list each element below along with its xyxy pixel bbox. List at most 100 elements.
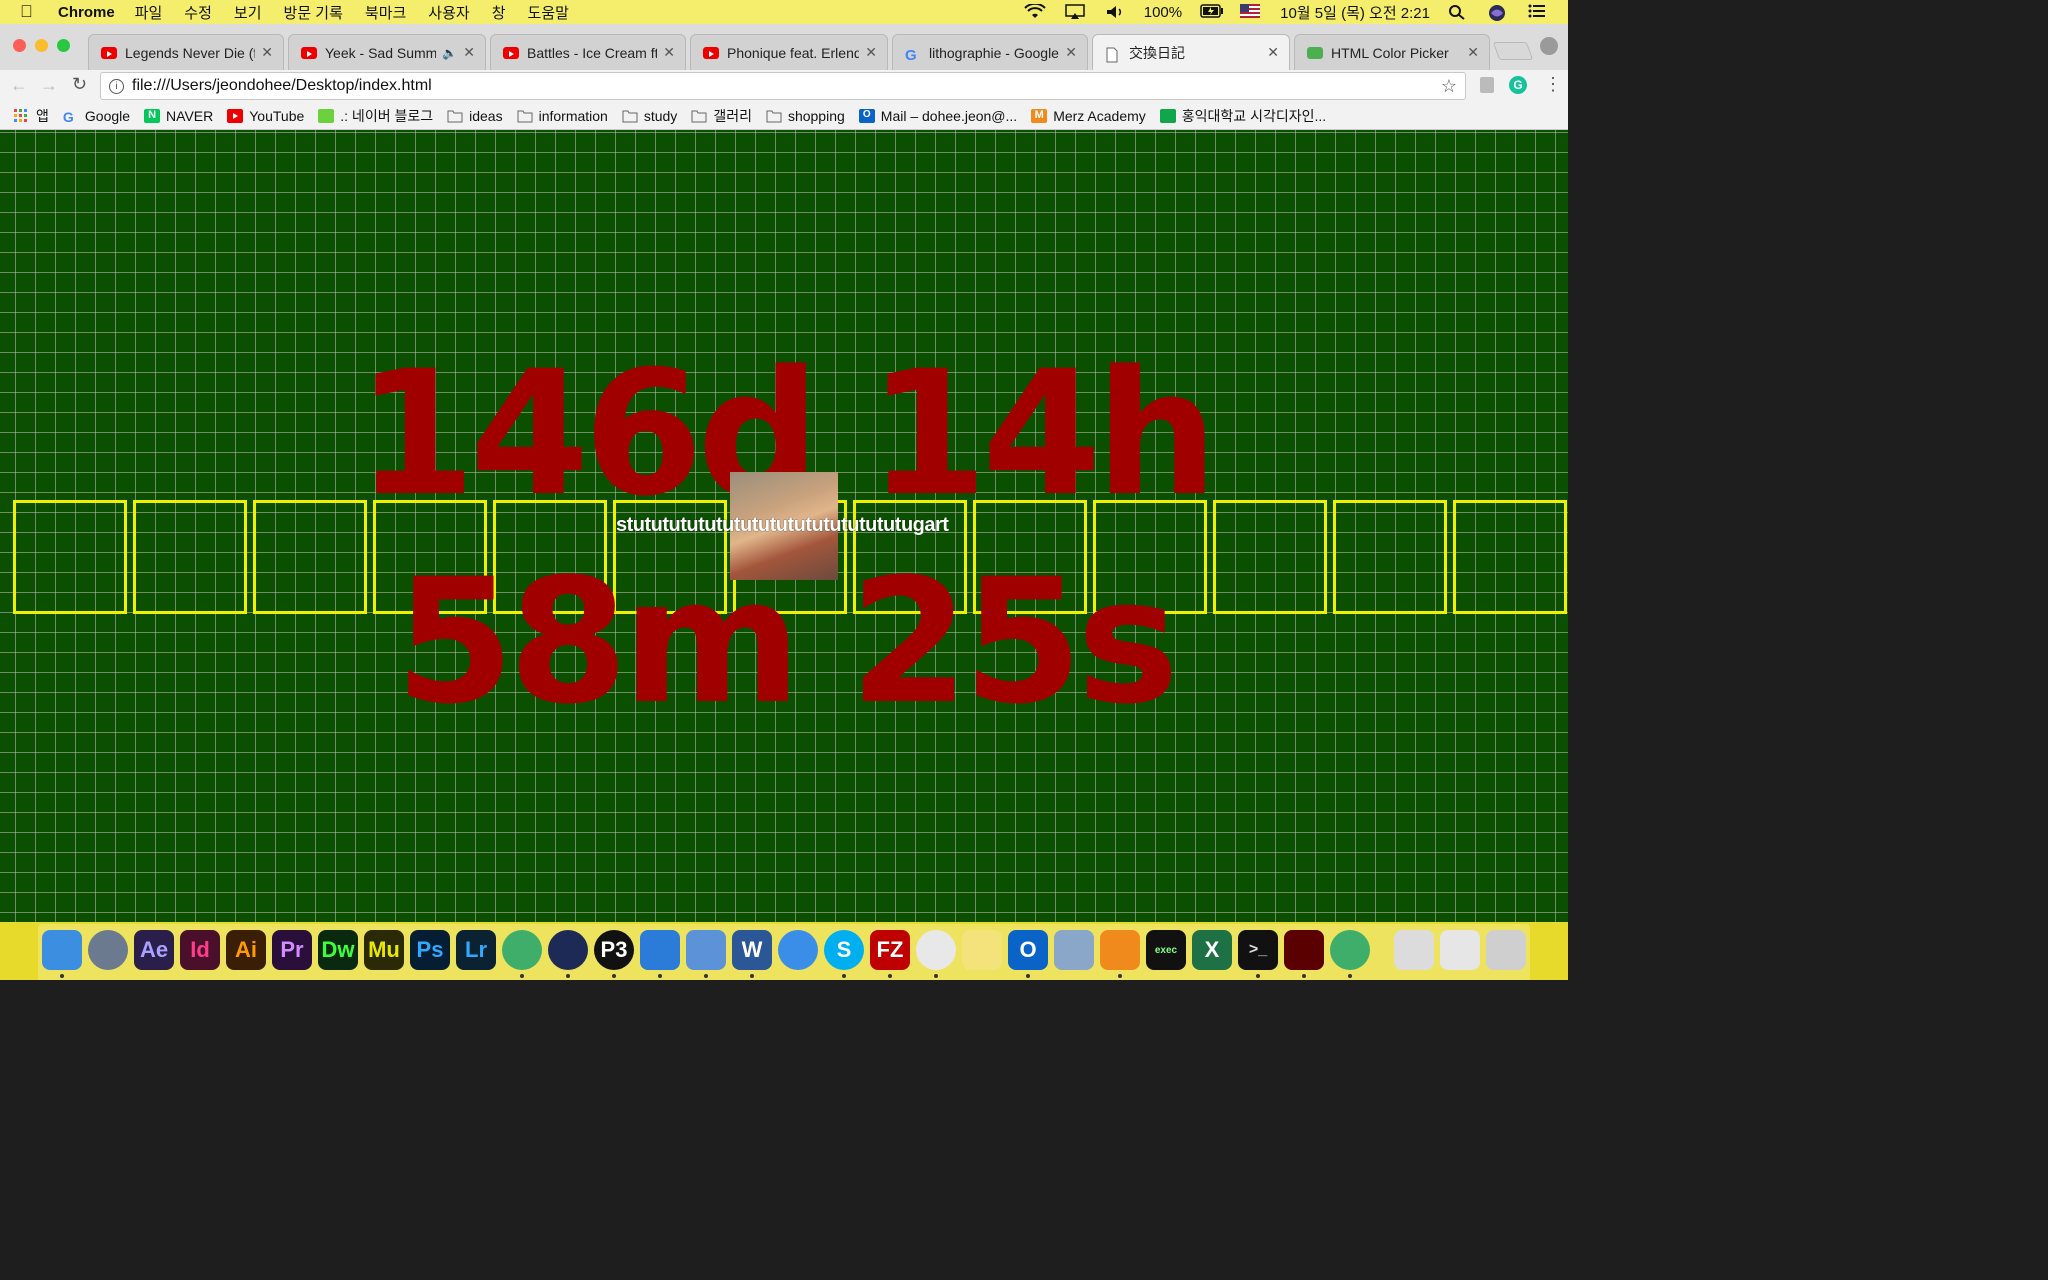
- bookmark-folder-ideas[interactable]: ideas: [447, 107, 503, 124]
- bookmark-mail[interactable]: O Mail – dohee.jeon@...: [858, 108, 1017, 124]
- bookmark-folder-shopping[interactable]: shopping: [766, 108, 845, 124]
- tab-close-icon[interactable]: ✕: [1467, 44, 1479, 61]
- bookmark-youtube[interactable]: YouTube: [227, 108, 304, 124]
- tab-audio-icon[interactable]: 🔈: [442, 46, 457, 60]
- photoshop-icon[interactable]: Ps: [410, 930, 450, 970]
- lightroom-icon[interactable]: Lr: [456, 930, 496, 970]
- downloads-icon[interactable]: [1394, 930, 1434, 970]
- bookmark-label: ideas: [469, 107, 503, 124]
- tab-close-icon[interactable]: ✕: [1065, 44, 1077, 61]
- tab-phonique[interactable]: Phonique feat. Erlend O ✕: [690, 34, 888, 70]
- word-icon[interactable]: W: [732, 930, 772, 970]
- menu-people[interactable]: 사용자: [428, 2, 469, 23]
- tab-close-icon[interactable]: ✕: [865, 44, 877, 61]
- bookmark-folder-gallery[interactable]: 갤러리: [691, 106, 752, 126]
- terminal-icon[interactable]: >_: [1238, 930, 1278, 970]
- cinema4d-icon[interactable]: [548, 930, 588, 970]
- back-arrow-icon[interactable]: ←: [10, 75, 28, 96]
- address-bar[interactable]: i file:///Users/jeondohee/Desktop/index.…: [100, 72, 1466, 100]
- bookmark-google[interactable]: G Google: [63, 108, 130, 125]
- bookmark-folder-information[interactable]: information: [517, 108, 608, 124]
- info-icon[interactable]: i: [109, 78, 124, 94]
- window-close-button[interactable]: [13, 39, 26, 52]
- window-minimize-button[interactable]: [35, 39, 48, 52]
- documents-icon[interactable]: [1440, 930, 1480, 970]
- profile-avatar-icon[interactable]: [1540, 37, 1558, 55]
- tab-exchange-diary[interactable]: 交換日記 ✕: [1092, 34, 1290, 70]
- bookmark-label: 홍익대학교 시각디자인...: [1181, 107, 1327, 124]
- tab-title: HTML Color Picker: [1331, 44, 1449, 61]
- atom-icon[interactable]: [502, 930, 542, 970]
- tab-close-icon[interactable]: ✕: [663, 44, 675, 61]
- processing-icon[interactable]: P3: [594, 930, 634, 970]
- bookmark-folder-study[interactable]: study: [622, 108, 677, 124]
- after-effects-icon[interactable]: Ae: [134, 930, 174, 970]
- tab-html-color-picker[interactable]: HTML Color Picker ✕: [1294, 34, 1490, 70]
- bookmark-apps[interactable]: 앱: [14, 106, 49, 126]
- preview-icon[interactable]: [1054, 930, 1094, 970]
- vlc-icon[interactable]: [1100, 930, 1140, 970]
- menu-window[interactable]: 창: [492, 2, 506, 23]
- bookmark-naver[interactable]: N NAVER: [144, 108, 213, 124]
- bookmarks-bar: 앱 G Google N NAVER YouTube .: 네이버 블로그 id…: [0, 102, 1568, 130]
- chrome-menu-icon[interactable]: ⋮: [1544, 74, 1562, 95]
- keynote-icon[interactable]: [640, 930, 680, 970]
- notes-icon[interactable]: [962, 930, 1002, 970]
- grammarly-icon[interactable]: G: [1509, 76, 1527, 94]
- dreamweaver-icon[interactable]: Dw: [318, 930, 358, 970]
- menu-file[interactable]: 파일: [135, 2, 163, 23]
- menu-edit[interactable]: 수정: [184, 2, 212, 23]
- bookmark-hongik[interactable]: 홍익대학교 시각디자인...: [1159, 106, 1327, 126]
- menu-view[interactable]: 보기: [234, 2, 262, 23]
- window-zoom-button[interactable]: [57, 39, 70, 52]
- bookmark-label: 앱: [36, 107, 49, 124]
- menu-help[interactable]: 도움말: [528, 2, 569, 23]
- airplay-icon[interactable]: [1064, 4, 1086, 20]
- tab-yeek-sad-summer[interactable]: Yeek - Sad Summer 🔈 ✕: [288, 34, 486, 70]
- bookmark-star-icon[interactable]: ☆: [1441, 76, 1457, 97]
- reload-icon[interactable]: ↻: [72, 74, 87, 95]
- menubar-clock[interactable]: 10월 5일 (목) 오전 2:21: [1280, 2, 1430, 23]
- menu-bookmarks[interactable]: 북마크: [365, 2, 406, 23]
- tab-close-icon[interactable]: ✕: [463, 44, 475, 61]
- tab-lithographie-google[interactable]: G lithographie - Google-S ✕: [892, 34, 1088, 70]
- wifi-icon[interactable]: [1024, 2, 1046, 20]
- new-tab-button[interactable]: [1492, 42, 1534, 60]
- filezilla-icon[interactable]: FZ: [870, 930, 910, 970]
- battery-charging-icon[interactable]: [1200, 4, 1224, 20]
- bookmark-naver-blog[interactable]: .: 네이버 블로그: [318, 106, 433, 126]
- outlook-icon[interactable]: O: [1008, 930, 1048, 970]
- bookmark-label: YouTube: [249, 107, 305, 124]
- premiere-icon[interactable]: Pr: [272, 930, 312, 970]
- safari-icon[interactable]: [778, 930, 818, 970]
- menu-history[interactable]: 방문 기록: [284, 2, 343, 23]
- extension-icon[interactable]: [1480, 77, 1494, 93]
- volume-icon[interactable]: [1104, 4, 1126, 20]
- chrome-icon[interactable]: [916, 930, 956, 970]
- illustrator-icon[interactable]: Ai: [226, 930, 266, 970]
- notification-center-icon[interactable]: [1528, 4, 1550, 20]
- atom-2-icon[interactable]: [1330, 930, 1370, 970]
- tab-close-icon[interactable]: ✕: [261, 44, 273, 61]
- tab-legends-never-die[interactable]: Legends Never Die (ft. ✕: [88, 34, 284, 70]
- exec-icon[interactable]: exec: [1146, 930, 1186, 970]
- excel-icon[interactable]: X: [1192, 930, 1232, 970]
- app-menu-chrome[interactable]: Chrome: [58, 4, 115, 21]
- spotlight-search-icon[interactable]: [1448, 4, 1470, 20]
- acrobat-icon[interactable]: [1284, 930, 1324, 970]
- finder-icon[interactable]: [42, 930, 82, 970]
- skype-icon[interactable]: S: [824, 930, 864, 970]
- siri-icon[interactable]: [1488, 4, 1510, 21]
- filezilla-alt-icon[interactable]: [686, 930, 726, 970]
- tab-close-icon[interactable]: ✕: [1267, 44, 1279, 61]
- battery-percent: 100%: [1143, 3, 1183, 21]
- us-flag-input-icon[interactable]: [1240, 4, 1262, 20]
- muse-icon[interactable]: Mu: [364, 930, 404, 970]
- apple-icon[interactable]: : [20, 2, 40, 22]
- bookmark-merz-academy[interactable]: M Merz Academy: [1031, 108, 1146, 124]
- tab-battles-ice-cream[interactable]: Battles - Ice Cream ft. ✕: [490, 34, 686, 70]
- indesign-icon[interactable]: Id: [180, 930, 220, 970]
- forward-arrow-icon[interactable]: →: [40, 75, 58, 96]
- launchpad-icon[interactable]: [88, 930, 128, 970]
- trash-icon[interactable]: [1486, 930, 1526, 970]
